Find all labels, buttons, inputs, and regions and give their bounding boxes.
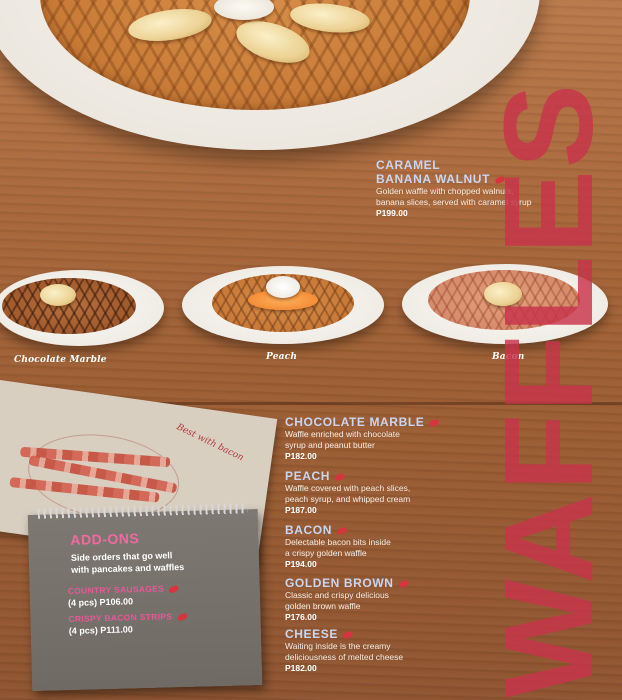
addon-name: COUNTRY SAUSAGES <box>68 583 180 596</box>
menu-item-desc: golden brown waffle <box>285 601 361 611</box>
addons-title: ADD-ONS <box>70 530 140 548</box>
menu-item-desc: a crispy golden waffle <box>285 548 367 558</box>
whipped-cream <box>266 276 300 298</box>
menu-item-name: PEACH <box>285 469 331 483</box>
chili-icon <box>176 612 189 622</box>
menu-item-desc: Waiting inside is the creamy <box>285 641 391 651</box>
bacon-note: Best with bacon <box>174 422 246 464</box>
menu-item: CHEESE Waiting inside is the creamy deli… <box>285 627 485 674</box>
menu-item: GOLDEN BROWN Classic and crispy deliciou… <box>285 576 485 623</box>
addon-name-text: CRISPY BACON STRIPS <box>68 611 173 625</box>
caption-peach: Peach <box>266 352 298 362</box>
menu-item-desc: Waffle enriched with chocolate <box>285 429 400 439</box>
menu-item-name: BACON <box>285 523 332 537</box>
section-title: WAFFLES <box>478 82 619 698</box>
menu-item-price: P194.00 <box>285 559 317 569</box>
menu-item-desc: Waffle covered with peach slices, <box>285 483 411 493</box>
menu-item-price: P187.00 <box>285 505 317 515</box>
menu-item-desc: Classic and crispy delicious <box>285 590 389 600</box>
addons-card: ADD-ONS Side orders that go well with pa… <box>27 503 263 691</box>
chili-icon <box>428 418 441 428</box>
butter-dollop <box>40 284 76 306</box>
addon-name: CRISPY BACON STRIPS <box>68 611 189 625</box>
addon-price: (4 pcs) P106.00 <box>67 596 134 609</box>
menu-item-desc: deliciousness of melted cheese <box>285 652 404 662</box>
addons-subtitle: Side orders that go well with pancakes a… <box>71 547 252 576</box>
menu-item-name: CHOCOLATE MARBLE <box>285 415 425 429</box>
addon-price: (4 pcs) P111.00 <box>68 624 133 637</box>
caption-chocolate-marble: Chocolate Marble <box>14 355 107 365</box>
menu-item-desc: Delectable bacon bits inside <box>285 537 391 547</box>
menu-item-name: GOLDEN BROWN <box>285 576 394 590</box>
menu-item-price: P182.00 <box>285 663 317 673</box>
chili-icon <box>336 526 348 536</box>
menu-item: PEACH Waffle covered with peach slices, … <box>285 469 485 516</box>
menu-item-price: P176.00 <box>285 612 317 622</box>
menu-item: CHOCOLATE MARBLE Waffle enriched with ch… <box>285 415 485 462</box>
chili-icon <box>397 579 410 589</box>
addon-name-text: COUNTRY SAUSAGES <box>67 583 165 597</box>
menu-item-price: P182.00 <box>285 451 317 461</box>
chili-icon <box>334 472 346 482</box>
menu-item: BACON Delectable bacon bits inside a cri… <box>285 523 485 570</box>
menu-item-name: CHEESE <box>285 627 338 641</box>
menu-item-desc: peach syrup, and whipped cream <box>285 494 411 504</box>
featured-item-name-line2: BANANA WALNUT <box>376 172 491 186</box>
chili-icon <box>342 630 354 640</box>
menu-item-desc: syrup and peanut butter <box>285 440 375 450</box>
chili-icon <box>168 584 180 594</box>
